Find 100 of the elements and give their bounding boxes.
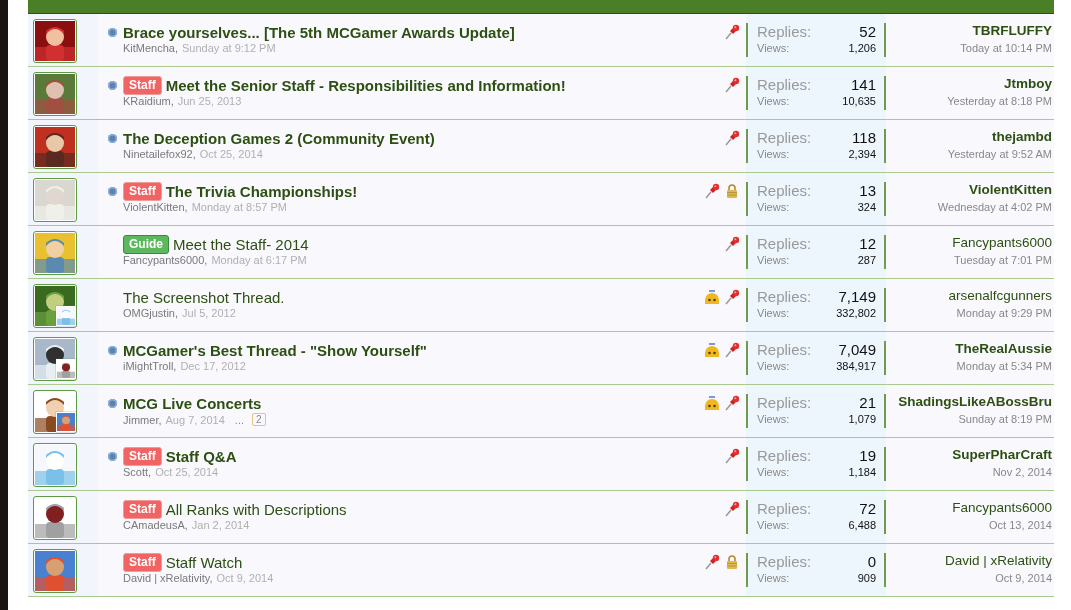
start-date: Oct 25, 2014 (155, 466, 219, 478)
last-post-date[interactable]: Wednesday at 4:02 PM (937, 201, 1052, 213)
replies-label: Replies: (757, 235, 812, 252)
start-date: Jul 5, 2012 (182, 307, 236, 319)
start-date: Oct 9, 2014 (216, 572, 274, 584)
thread-title[interactable]: Staff Q&A (165, 447, 237, 465)
thread-title[interactable]: The Trivia Championships! (165, 182, 358, 200)
author-link[interactable]: iMightTroll, (123, 360, 177, 372)
replies-count: 7,049 (838, 341, 876, 358)
unread-dot-icon[interactable] (108, 186, 117, 196)
last-post-date[interactable]: Sunday at 8:19 PM (958, 413, 1052, 425)
views-count: 909 (857, 572, 876, 584)
last-post-date[interactable]: Monday at 9:29 PM (956, 307, 1052, 319)
author-link[interactable]: ViolentKitten, (123, 201, 188, 213)
replies-label: Replies: (757, 447, 812, 464)
replies-label: Replies: (757, 341, 812, 358)
thread-title[interactable]: Meet the Staff- 2014 (173, 235, 309, 253)
last-post-date[interactable]: Oct 13, 2014 (989, 519, 1052, 531)
avatar[interactable] (33, 72, 77, 116)
replies-count: 0 (867, 553, 876, 570)
unread-dot-icon[interactable] (108, 80, 117, 90)
unread-dot-icon[interactable] (108, 398, 117, 408)
last-post-date[interactable]: Oct 9, 2014 (995, 572, 1052, 584)
views-count: 2,394 (848, 148, 876, 160)
prefix-tag[interactable]: Staff (123, 552, 162, 572)
page-ellipsis: ... (234, 413, 244, 426)
avatar[interactable] (33, 125, 77, 169)
last-poster-link[interactable]: arsenalfcgunners (948, 288, 1052, 306)
start-date: Monday at 8:57 PM (191, 201, 287, 213)
views-count: 384,917 (836, 360, 876, 372)
thread-title[interactable]: The Deception Games 2 (Community Event) (123, 129, 435, 147)
thread-title[interactable]: Meet the Senior Staff - Responsibilities and Information! (165, 76, 566, 94)
views-count: 10,635 (842, 95, 876, 107)
replies-label: Replies: (757, 23, 812, 40)
thread-title[interactable]: The Screenshot Thread. (123, 288, 285, 306)
last-poster-link[interactable]: Fancypants6000 (952, 500, 1052, 518)
avatar[interactable] (33, 19, 77, 63)
views-label: Views: (757, 254, 790, 266)
start-date: Jan 2, 2014 (191, 519, 250, 531)
author-link[interactable]: Ninetailefox92, (123, 148, 196, 160)
last-poster-link[interactable]: ViolentKitten (969, 182, 1052, 200)
author-link[interactable]: Jimmer, (123, 413, 162, 426)
unread-dot-icon[interactable] (108, 451, 117, 461)
author-link[interactable]: David | xRelativity, (123, 572, 213, 584)
last-post-date[interactable]: Tuesday at 7:01 PM (953, 254, 1052, 266)
replies-label: Replies: (757, 288, 812, 305)
author-link[interactable]: Scott, (123, 466, 152, 478)
last-post-date[interactable]: Yesterday at 9:52 AM (947, 148, 1052, 160)
prefix-tag[interactable]: Staff (123, 499, 162, 519)
thread-title[interactable]: MCGamer's Best Thread - "Show Yourself" (123, 341, 427, 359)
unread-dot-icon[interactable] (108, 27, 117, 37)
last-post-date[interactable]: Monday at 5:34 PM (956, 360, 1052, 372)
page-link[interactable]: 2 (252, 413, 266, 426)
replies-count: 118 (852, 129, 876, 146)
author-link[interactable]: CAmadeusA, (123, 519, 188, 531)
views-count: 6,488 (848, 519, 876, 531)
last-poster-link[interactable]: Fancypants6000 (952, 235, 1052, 253)
views-label: Views: (757, 572, 790, 584)
prefix-tag[interactable]: Staff (123, 75, 162, 95)
replies-label: Replies: (757, 76, 812, 93)
prefix-tag[interactable]: Staff (123, 446, 162, 466)
last-post-date[interactable]: Nov 2, 2014 (992, 466, 1052, 478)
author-link[interactable]: KRaidium, (123, 95, 174, 107)
start-date: Oct 25, 2014 (199, 148, 263, 160)
views-label: Views: (757, 466, 790, 478)
unread-dot-icon[interactable] (108, 345, 117, 355)
replies-count: 72 (859, 500, 876, 517)
last-poster-link[interactable]: TBRFLUFFY (972, 23, 1052, 41)
author-link[interactable]: KitMencha, (123, 42, 179, 54)
thread-title[interactable]: All Ranks with Descriptions (165, 500, 347, 518)
last-poster-link[interactable]: ShadingsLikeABossBru (898, 394, 1052, 412)
views-label: Views: (757, 148, 790, 160)
prefix-tag[interactable]: Guide (123, 234, 169, 254)
last-post-date[interactable]: Today at 10:14 PM (960, 42, 1052, 54)
views-label: Views: (757, 519, 790, 531)
replies-count: 21 (859, 394, 876, 411)
views-label: Views: (757, 201, 790, 213)
prefix-tag[interactable]: Staff (123, 181, 162, 201)
start-date: Jun 25, 2013 (177, 95, 242, 107)
thread-title[interactable]: MCG Live Concerts (123, 394, 262, 412)
unread-dot-icon[interactable] (108, 133, 117, 143)
start-date: Sunday at 9:12 PM (182, 42, 276, 54)
last-poster-link[interactable]: Jtmboy (1004, 76, 1052, 94)
last-poster-link[interactable]: thejambd (992, 129, 1052, 147)
avatar[interactable] (33, 496, 77, 540)
last-poster-link[interactable]: TheRealAussie (955, 341, 1052, 359)
replies-label: Replies: (757, 500, 812, 517)
thread-title[interactable]: Brace yourselves... [The 5th MCGamer Awards Update] (123, 23, 515, 41)
replies-count: 7,149 (838, 288, 876, 305)
replies-count: 12 (859, 235, 876, 252)
views-count: 1,184 (848, 466, 876, 478)
replies-count: 13 (859, 182, 876, 199)
replies-count: 141 (850, 76, 876, 93)
author-link[interactable]: OMGjustin, (123, 307, 178, 319)
last-poster-link[interactable]: SuperPharCraft (952, 447, 1052, 465)
thread-title[interactable]: Staff Watch (165, 553, 243, 571)
author-link[interactable]: Fancypants6000, (123, 254, 208, 266)
last-poster-link[interactable]: David | xRelativity (944, 553, 1052, 571)
last-post-date[interactable]: Yesterday at 8:18 PM (947, 95, 1052, 107)
replies-count: 52 (859, 23, 876, 40)
